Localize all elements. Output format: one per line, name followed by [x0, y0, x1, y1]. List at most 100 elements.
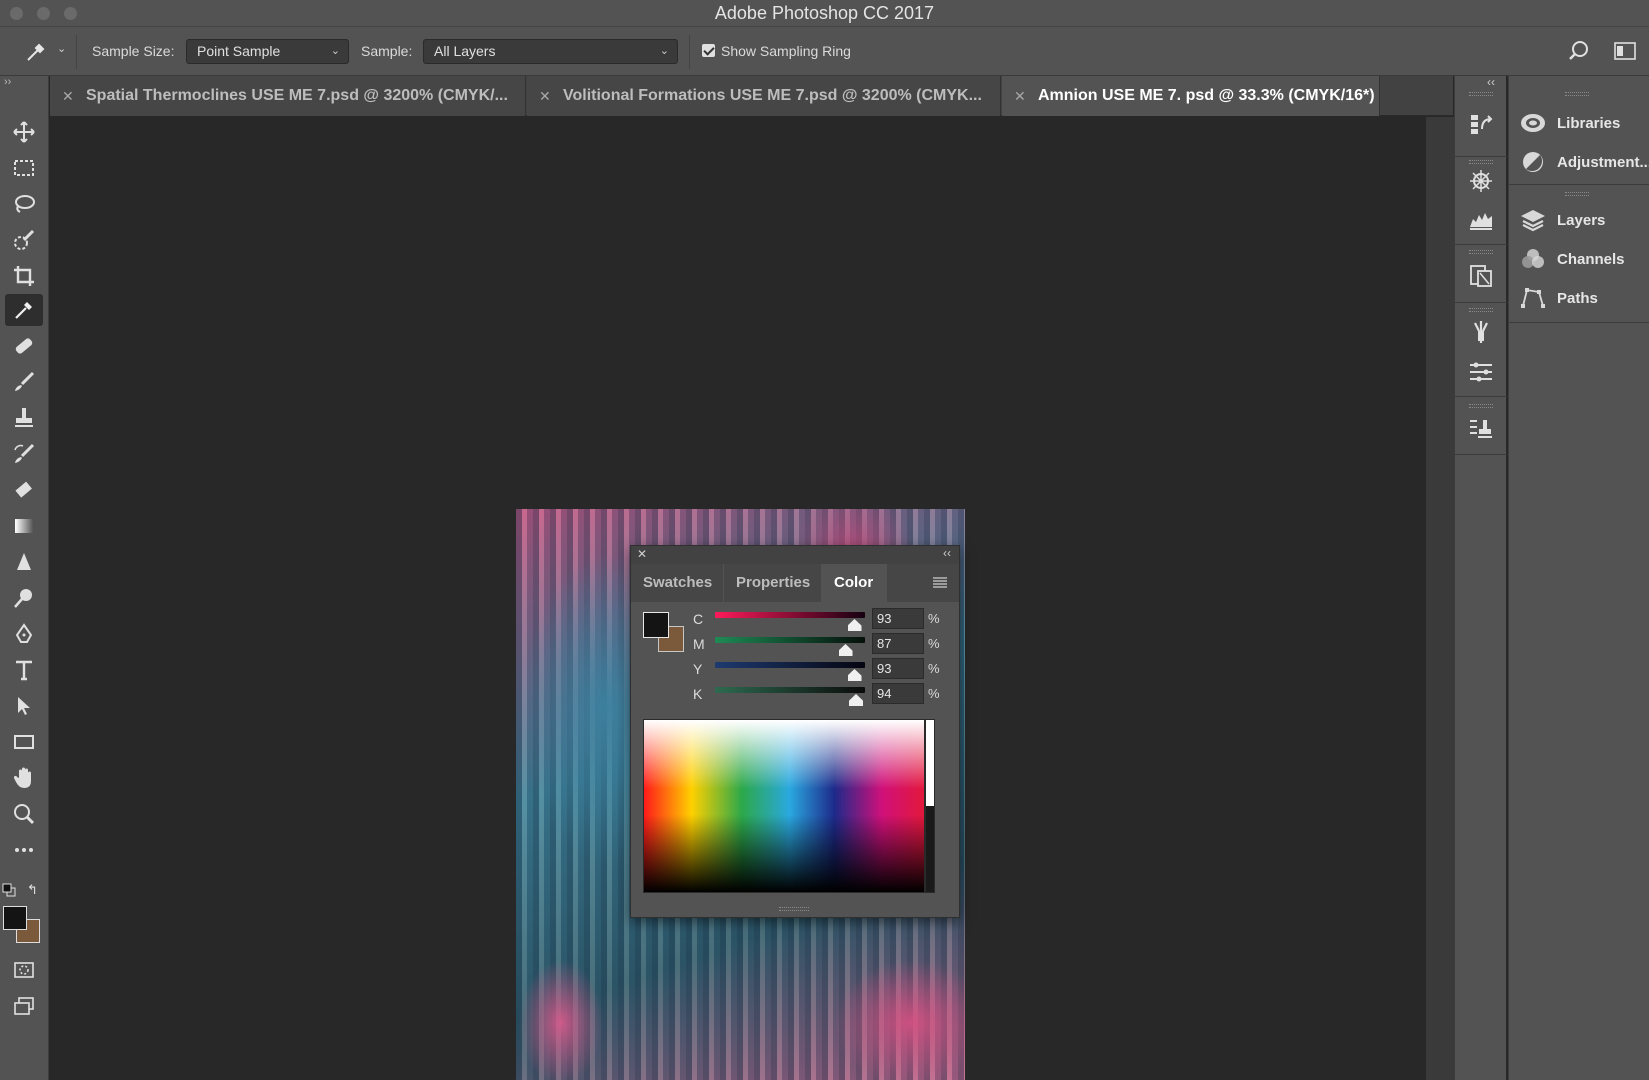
- panel-resize-grip[interactable]: [779, 907, 809, 911]
- type-tool-icon[interactable]: [5, 654, 43, 686]
- app-title: Adobe Photoshop CC 2017: [714, 3, 935, 23]
- tool-preset-chevron-down-icon[interactable]: ⌄: [57, 42, 66, 55]
- options-bar: ⌄ Sample Size: Point Sample ⌄ Sample: Al…: [0, 26, 1649, 76]
- tab-amnion[interactable]: ✕ Amnion USE ME 7. psd @ 33.3% (CMYK/16*…: [1002, 76, 1380, 116]
- brush-presets-icon[interactable]: [1465, 356, 1497, 388]
- collapse-dock-icon[interactable]: ‹‹: [1487, 75, 1495, 89]
- channels-icon: [1522, 249, 1544, 268]
- zoom-tool-icon[interactable]: [5, 798, 43, 830]
- close-tab-icon[interactable]: ✕: [62, 76, 74, 116]
- crop-tool-icon[interactable]: [5, 260, 43, 292]
- search-icon[interactable]: [1567, 39, 1591, 63]
- title-bar: Adobe Photoshop CC 2017: [0, 0, 1649, 26]
- percent-unit: %: [928, 636, 940, 651]
- dodge-tool-icon[interactable]: [5, 582, 43, 614]
- brush-tool-icon[interactable]: [5, 366, 43, 398]
- eraser-tool-icon[interactable]: [5, 474, 43, 506]
- healing-brush-tool-icon[interactable]: [5, 330, 43, 362]
- document-tabs: ✕ Spatial Thermoclines USE ME 7.psd @ 32…: [50, 76, 1453, 116]
- gradient-tool-icon[interactable]: [5, 510, 43, 542]
- foreground-color-swatch[interactable]: [643, 612, 669, 638]
- dock-grip[interactable]: [1565, 92, 1589, 96]
- channel-slider-thumb[interactable]: [847, 619, 862, 631]
- percent-unit: %: [928, 686, 940, 701]
- vertical-scrollbar[interactable]: [1426, 117, 1454, 1080]
- panel-header[interactable]: ✕ ‹‹: [631, 546, 959, 564]
- expand-toolbar-icon[interactable]: ››: [4, 76, 11, 88]
- move-tool-icon[interactable]: [5, 116, 43, 148]
- hand-tool-icon[interactable]: [5, 762, 43, 794]
- close-tab-icon[interactable]: ✕: [1014, 76, 1026, 116]
- rectangle-tool-icon[interactable]: [5, 726, 43, 758]
- tab-swatches[interactable]: Swatches: [631, 564, 723, 602]
- channel-value-field-y[interactable]: 93: [872, 658, 924, 679]
- layers-panel-button[interactable]: Layers: [1519, 205, 1605, 235]
- layers-icon: [1521, 210, 1545, 232]
- eyedropper-tool-preset-icon[interactable]: [24, 40, 50, 64]
- sample-size-select[interactable]: Point Sample ⌄: [186, 39, 349, 64]
- channel-slider-thumb[interactable]: [847, 669, 862, 681]
- history-icon[interactable]: [1465, 108, 1497, 140]
- dock-grip[interactable]: [1469, 308, 1493, 312]
- eyedropper-tool-icon[interactable]: [5, 294, 43, 326]
- tab-bar-filler: [887, 564, 959, 602]
- panel-menu-icon[interactable]: [933, 576, 947, 588]
- navigator-icon[interactable]: [1465, 165, 1497, 197]
- channel-slider-y[interactable]: [715, 662, 865, 668]
- default-colors-icon[interactable]: [2, 883, 16, 897]
- dock-grip[interactable]: [1469, 250, 1493, 254]
- divider: [1455, 454, 1507, 455]
- path-selection-tool-icon[interactable]: [5, 690, 43, 722]
- channels-panel-button[interactable]: Channels: [1519, 244, 1625, 274]
- histogram-icon[interactable]: [1465, 204, 1497, 236]
- history-brush-tool-icon[interactable]: [5, 438, 43, 470]
- quick-mask-icon[interactable]: [5, 954, 43, 986]
- divider: [76, 35, 77, 69]
- channel-slider-thumb[interactable]: [849, 694, 863, 706]
- close-panel-icon[interactable]: ✕: [637, 547, 647, 561]
- collapse-panel-icon[interactable]: ‹‹: [943, 546, 951, 560]
- quick-selection-tool-icon[interactable]: [5, 224, 43, 256]
- channel-slider-c[interactable]: [715, 612, 865, 618]
- more-tools-icon[interactable]: [5, 834, 43, 866]
- screen-mode-icon[interactable]: [5, 990, 43, 1022]
- clone-stamp-tool-icon[interactable]: [5, 402, 43, 434]
- tab-spatial-thermoclines[interactable]: ✕ Spatial Thermoclines USE ME 7.psd @ 32…: [50, 76, 526, 116]
- percent-unit: %: [928, 611, 940, 626]
- clone-source-icon[interactable]: [1465, 413, 1497, 445]
- workspace-switcher-icon[interactable]: [1613, 40, 1637, 62]
- dock-grip[interactable]: [1565, 192, 1589, 196]
- brushes-icon[interactable]: [1465, 316, 1497, 348]
- tab-color[interactable]: Color: [822, 564, 887, 602]
- channel-value-field-m[interactable]: 87: [872, 633, 924, 654]
- channel-slider-thumb[interactable]: [838, 644, 853, 656]
- channel-slider-m[interactable]: [715, 637, 865, 643]
- layers-label: Layers: [1557, 211, 1606, 229]
- swap-colors-icon[interactable]: ↰: [27, 882, 38, 898]
- adjustments-panel-button[interactable]: Adjustment...: [1519, 147, 1649, 177]
- channel-value-field-k[interactable]: 94: [872, 683, 924, 704]
- show-sampling-ring-label[interactable]: Show Sampling Ring: [721, 43, 851, 59]
- show-sampling-ring-checkbox[interactable]: [702, 44, 715, 57]
- dock-grip[interactable]: [1469, 404, 1493, 408]
- sample-select[interactable]: All Layers ⌄: [423, 39, 678, 64]
- tab-volitional-formations[interactable]: ✕ Volitional Formations USE ME 7.psd @ 3…: [527, 76, 1001, 116]
- dock-grip[interactable]: [1469, 160, 1493, 164]
- lasso-tool-icon[interactable]: [5, 188, 43, 220]
- channel-slider-k[interactable]: [715, 687, 865, 693]
- paths-panel-button[interactable]: Paths: [1519, 283, 1598, 313]
- color-spectrum-ramp[interactable]: [643, 719, 925, 893]
- tab-properties[interactable]: Properties: [724, 564, 821, 602]
- libraries-panel-button[interactable]: Libraries: [1519, 108, 1620, 138]
- channel-label-m: M: [693, 636, 705, 652]
- dock-grip[interactable]: [1469, 92, 1493, 96]
- marquee-tool-icon[interactable]: [5, 152, 43, 184]
- foreground-color-swatch[interactable]: [3, 906, 27, 930]
- channel-value-field-c[interactable]: 93: [872, 608, 924, 629]
- blur-tool-icon[interactable]: [5, 546, 43, 578]
- info-icon[interactable]: [1465, 260, 1497, 292]
- black-white-ramp[interactable]: [925, 719, 935, 893]
- pen-tool-icon[interactable]: [5, 618, 43, 650]
- divider: [1509, 184, 1649, 185]
- close-tab-icon[interactable]: ✕: [539, 76, 551, 116]
